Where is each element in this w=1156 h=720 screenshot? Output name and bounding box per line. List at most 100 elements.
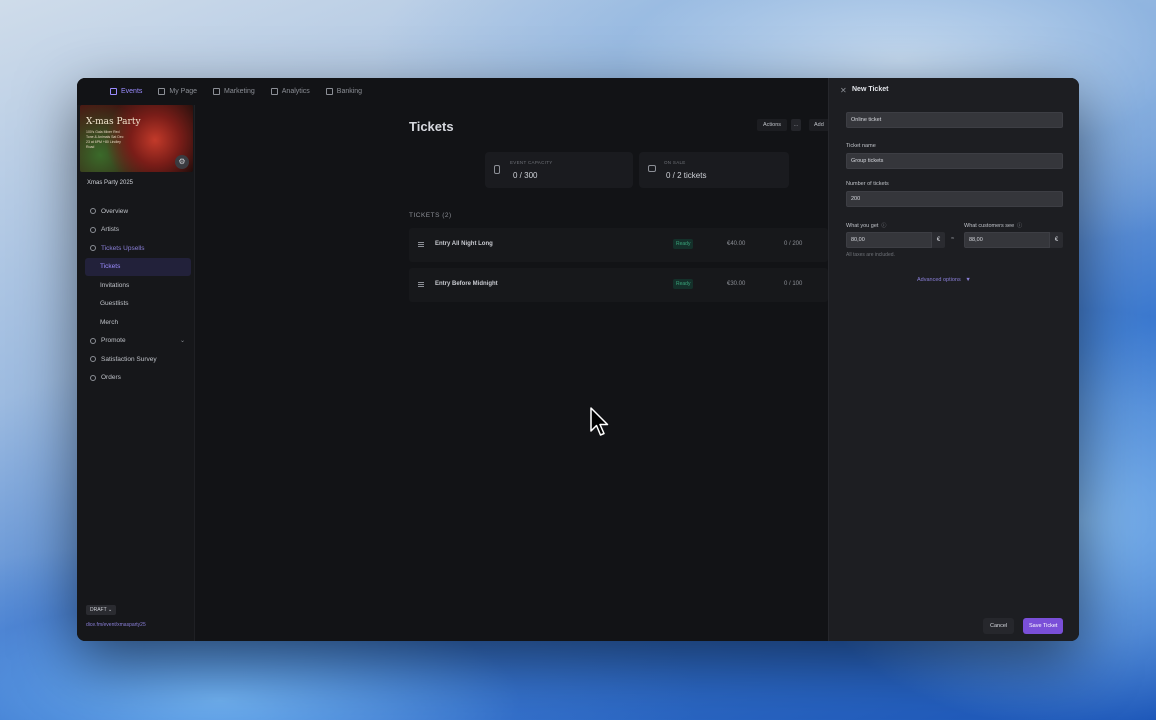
- drag-handle-icon[interactable]: [418, 282, 424, 287]
- sidebar-item-label: Guestlists: [100, 300, 129, 308]
- what-you-get-label: What you get ⓘ: [846, 222, 886, 229]
- stat-value: 0 / 2 tickets: [666, 171, 707, 180]
- sidebar-item-label: Overview: [101, 207, 129, 215]
- page-icon: [158, 88, 166, 95]
- calendar-icon: [110, 88, 117, 95]
- mouse-pointer-icon: [590, 407, 609, 436]
- tickets-section-label: TICKETS (2): [409, 212, 452, 219]
- cancel-button[interactable]: Cancel: [983, 618, 1015, 634]
- info-icon[interactable]: ⓘ: [1017, 223, 1022, 229]
- sidebar-item-label: Merch: [100, 318, 119, 326]
- sidebar-item-label: Tickets Upsells: [101, 244, 145, 252]
- sidebar-item-overview[interactable]: Overview: [85, 202, 191, 221]
- new-ticket-panel: ✕ New Ticket Ticket name Number of ticke…: [828, 78, 1079, 641]
- advanced-options-label: Advanced options: [917, 277, 961, 283]
- ticket-name: Entry All Night Long: [435, 241, 493, 247]
- currency-symbol: €: [932, 232, 945, 248]
- ticket-price: €30.00: [727, 281, 746, 287]
- stat-value: 0 / 300: [513, 171, 538, 180]
- ticket-name: Entry Before Midnight: [435, 281, 498, 287]
- draft-badge-label: DRAFT: [90, 607, 107, 613]
- sidebar-item-label: Satisfaction Survey: [101, 355, 157, 363]
- chevron-down-icon: ⌄: [107, 607, 113, 613]
- customers-see-label: What customers see ⓘ: [964, 222, 1022, 229]
- stat-label: ON SALE: [664, 160, 686, 165]
- save-ticket-button[interactable]: Save Ticket: [1023, 618, 1064, 634]
- sidebar-item-invitations[interactable]: Invitations: [85, 276, 191, 295]
- bag-icon: [90, 374, 96, 381]
- chart-icon: [270, 88, 278, 95]
- stat-card-capacity: EVENT CAPACITY 0 / 300: [485, 152, 633, 188]
- nav-my-page[interactable]: My Page: [158, 88, 197, 95]
- ticket-type-field[interactable]: [846, 112, 1063, 128]
- more-options-button[interactable]: ...: [791, 119, 801, 131]
- sidebar-item-merch[interactable]: Merch: [85, 313, 191, 332]
- sidebar: X-mas Party 100's Gala Mixer Red Tone & …: [77, 105, 195, 641]
- sidebar-item-promote[interactable]: Promote ⌄: [85, 332, 191, 351]
- number-of-tickets-field[interactable]: [846, 191, 1063, 207]
- pencil-icon: [90, 226, 96, 233]
- nav-events[interactable]: Events: [110, 88, 142, 95]
- ticket-icon: [648, 165, 656, 172]
- sidebar-item-label: Promote: [101, 337, 126, 345]
- drag-handle-icon[interactable]: [418, 242, 424, 247]
- sidebar-item-tickets[interactable]: Tickets: [85, 257, 191, 276]
- status-badge: Ready: [673, 239, 694, 249]
- add-button[interactable]: Add: [809, 119, 829, 131]
- what-you-get-label-text: What you get: [846, 223, 879, 229]
- triangle-down-icon: ▼: [965, 277, 971, 283]
- page-title: Tickets: [409, 119, 454, 134]
- capacity-icon: [494, 165, 500, 174]
- megaphone-icon: [213, 88, 221, 95]
- event-image-subtitle: 100's Gala Mixer Red Tone & Animals Sat …: [86, 130, 124, 149]
- nav-banking[interactable]: Banking: [325, 88, 362, 95]
- info-icon[interactable]: ⓘ: [881, 223, 886, 229]
- customers-see-label-text: What customers see: [964, 223, 1015, 229]
- nav-analytics[interactable]: Analytics: [270, 88, 310, 95]
- ticket-row[interactable]: Entry All Night Long Ready €40.00 0 / 20…: [409, 228, 828, 262]
- sidebar-menu: Overview Artists Tickets Upsells Tickets…: [85, 202, 191, 387]
- sidebar-item-tickets-upsells[interactable]: Tickets Upsells: [85, 239, 191, 258]
- main-content: Tickets Actions ... Add EVENT CAPACITY 0…: [195, 105, 829, 641]
- sidebar-item-label: Orders: [101, 374, 121, 382]
- ticket-icon: [90, 245, 96, 252]
- advanced-options-toggle[interactable]: Advanced options ▼: [917, 277, 971, 283]
- survey-icon: [90, 356, 96, 363]
- close-icon[interactable]: ✕: [840, 86, 847, 95]
- bank-icon: [325, 88, 333, 95]
- gear-icon[interactable]: ⚙: [175, 155, 189, 169]
- ticket-name-field[interactable]: [846, 153, 1063, 169]
- nav-my-page-label: My Page: [169, 88, 198, 95]
- sidebar-item-guestlists[interactable]: Guestlists: [85, 295, 191, 314]
- sidebar-item-orders[interactable]: Orders: [85, 369, 191, 388]
- actions-button[interactable]: Actions: [757, 119, 788, 131]
- event-url-link[interactable]: dice.fm/event/xmasparty25: [86, 622, 146, 628]
- sidebar-item-artists[interactable]: Artists: [85, 221, 191, 240]
- sidebar-item-satisfaction-survey[interactable]: Satisfaction Survey: [85, 350, 191, 369]
- what-you-get-field[interactable]: [846, 232, 932, 248]
- ticket-name-label: Ticket name: [846, 143, 876, 149]
- currency-symbol: €: [1050, 232, 1063, 248]
- stat-label: EVENT CAPACITY: [510, 160, 553, 165]
- status-badge: Ready: [673, 279, 694, 289]
- ticket-row[interactable]: Entry Before Midnight Ready €30.00 0 / 1…: [409, 268, 828, 302]
- nav-events-label: Events: [121, 88, 143, 95]
- sidebar-item-label: Artists: [101, 226, 120, 234]
- ticket-sold-count: 0 / 100: [784, 281, 803, 287]
- status-badge[interactable]: DRAFT ⌄: [86, 605, 117, 615]
- clock-icon: [90, 208, 96, 215]
- customers-see-field[interactable]: [964, 232, 1050, 248]
- sidebar-item-label: Tickets: [100, 263, 121, 271]
- number-of-tickets-label: Number of tickets: [846, 181, 889, 187]
- nav-marketing[interactable]: Marketing: [213, 88, 255, 95]
- approx-symbol: ≈: [951, 236, 955, 242]
- chevron-down-icon: ⌄: [179, 338, 185, 345]
- event-cover-image[interactable]: X-mas Party 100's Gala Mixer Red Tone & …: [80, 105, 193, 172]
- nav-analytics-label: Analytics: [281, 88, 310, 95]
- app-window: Events My Page Marketing Analytics Banki…: [77, 78, 1079, 641]
- panel-title: New Ticket: [852, 86, 889, 93]
- top-navigation: Events My Page Marketing Analytics Banki…: [77, 78, 828, 105]
- stat-card-on-sale: ON SALE 0 / 2 tickets: [639, 152, 789, 188]
- ticket-price: €40.00: [727, 241, 746, 247]
- fees-note: All taxes are included.: [846, 252, 895, 258]
